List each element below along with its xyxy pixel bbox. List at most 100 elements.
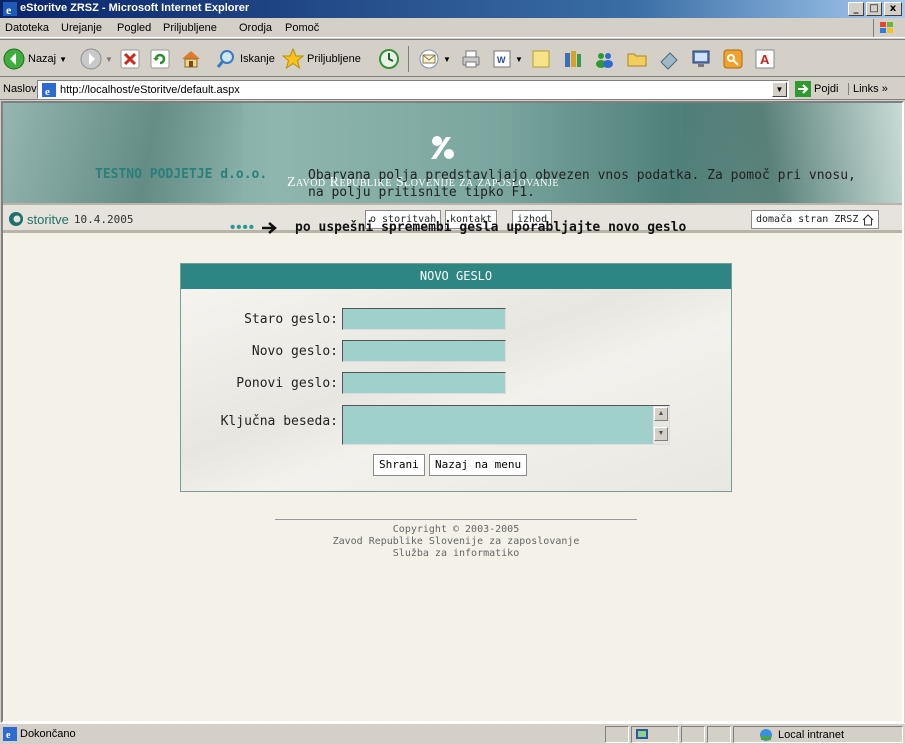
screen-button[interactable] <box>690 46 712 72</box>
monitor-icon <box>692 50 710 67</box>
security-icon <box>636 729 648 739</box>
keyword-textarea[interactable]: ▲ ▼ <box>342 405 670 445</box>
homepage-zrsz-link[interactable]: domača stran ZRSZ <box>751 210 880 229</box>
password-button[interactable] <box>722 46 744 72</box>
status-bar: e Dokončano Local intranet <box>0 723 905 744</box>
tip-text: po uspešni spremembi gesla uporabljajte … <box>295 220 687 235</box>
printer-icon <box>462 50 480 68</box>
menu-bar: Datoteka Urejanje Pogled Priljubljene Or… <box>0 18 905 38</box>
minimize-button[interactable]: _ <box>848 2 864 16</box>
save-button[interactable]: Shrani <box>373 454 425 476</box>
mail-button[interactable]: ▼ <box>418 46 451 72</box>
footer-org: Zavod Republike Slovenije za zaposlovanj… <box>332 536 580 547</box>
new-password-label: Novo geslo: <box>251 344 338 359</box>
menu-urejanje[interactable]: Urejanje <box>61 22 102 34</box>
refresh-button[interactable] <box>150 46 170 72</box>
acrobat-button[interactable]: A <box>754 46 776 72</box>
banner-photo-left <box>3 103 243 203</box>
back-to-menu-button[interactable]: Nazaj na menu <box>429 454 528 476</box>
footer: Copyright © 2003-2005 Zavod Republike Sl… <box>275 519 637 560</box>
security-zone: Local intranet <box>758 728 844 742</box>
folder-yellow-button[interactable] <box>530 46 552 72</box>
menu-pomoc[interactable]: Pomoč <box>285 22 319 34</box>
svg-text:e: e <box>6 3 12 16</box>
research-button[interactable] <box>562 46 584 72</box>
keyword-row: Ključna beseda: ▲ ▼ <box>181 405 731 447</box>
footer-department: Služba za informatiko <box>392 548 520 559</box>
keyword-label: Ključna beseda: <box>220 414 338 429</box>
status-text: Dokončano <box>20 728 76 740</box>
go-button[interactable]: Pojdi <box>795 81 838 97</box>
key-icon <box>723 49 743 69</box>
print-button[interactable] <box>460 46 482 72</box>
brand[interactable]: storitve 10.4.2005 <box>8 211 134 227</box>
address-label: Naslov <box>3 83 37 95</box>
books-icon <box>565 51 581 67</box>
address-url: http://localhost/eStoritve/default.aspx <box>60 84 240 96</box>
page-content: Zavod Republike Slovenije za zaposlovanj… <box>1 101 904 723</box>
repeat-password-input[interactable] <box>342 372 506 394</box>
title-bar: e eStoritve ZRSZ - Microsoft Internet Ex… <box>0 0 905 18</box>
folder-icon <box>627 53 647 67</box>
page-icon: e <box>42 83 56 98</box>
favorites-label: Priljubljene <box>307 53 361 65</box>
new-password-form: NOVO GESLO Staro geslo: Novo geslo: Pono… <box>180 263 732 492</box>
menu-orodja[interactable]: Orodja <box>239 22 272 34</box>
new-password-input[interactable] <box>342 340 506 362</box>
messenger-button[interactable] <box>594 46 616 72</box>
go-arrow-icon <box>795 81 811 97</box>
address-dropdown-icon[interactable]: ▼ <box>772 82 787 97</box>
scroll-up-icon[interactable]: ▲ <box>654 407 668 421</box>
status-pane <box>707 726 731 743</box>
folder-button[interactable] <box>626 46 648 72</box>
close-button[interactable]: x <box>884 2 902 16</box>
old-password-input[interactable] <box>342 308 506 330</box>
menu-pogled[interactable]: Pogled <box>117 22 151 34</box>
svg-text:A: A <box>760 52 770 67</box>
keyword-scrollbar[interactable]: ▲ ▼ <box>653 406 669 444</box>
menu-datoteka[interactable]: Datoteka <box>5 22 49 34</box>
estoritve-logo-icon <box>9 212 23 226</box>
zone-label: Local intranet <box>778 729 845 741</box>
star-icon <box>282 48 304 70</box>
search-label: Iskanje <box>240 53 275 65</box>
svg-text:W: W <box>497 55 506 65</box>
forward-arrow-icon <box>80 48 102 70</box>
current-date: 10.4.2005 <box>73 212 134 226</box>
svg-text:e: e <box>45 86 50 98</box>
search-button[interactable]: Iskanje <box>215 46 275 72</box>
messenger-icon <box>596 53 613 68</box>
stop-button[interactable] <box>120 46 140 72</box>
history-icon <box>379 49 399 69</box>
ie-icon: e <box>3 2 17 16</box>
home-button[interactable] <box>180 46 202 72</box>
homepage-link-label: domača stran ZRSZ <box>756 214 859 225</box>
arrow-right-icon <box>262 221 277 234</box>
dropdown-arrow-icon: ▼ <box>515 54 523 64</box>
home-icon <box>182 51 200 68</box>
forward-button[interactable]: ▼ <box>80 46 113 72</box>
maximize-button[interactable]: □ <box>866 2 882 16</box>
address-input[interactable]: e http://localhost/eStoritve/default.asp… <box>37 80 789 99</box>
stop-icon <box>120 49 140 69</box>
tools-button[interactable] <box>658 46 680 72</box>
toolbar: Nazaj ▼ ▼ Iskanje Priljubljene ▼ W ▼ A <box>0 39 905 77</box>
eraser-icon <box>660 52 678 70</box>
menu-priljubljene[interactable]: Priljubljene <box>163 22 217 34</box>
back-button[interactable]: Nazaj ▼ <box>3 46 67 72</box>
history-button[interactable] <box>378 46 400 72</box>
back-arrow-icon <box>3 48 25 70</box>
go-label: Pojdi <box>814 83 839 95</box>
word-icon: W <box>493 50 511 68</box>
links-button[interactable]: Links » <box>848 83 888 95</box>
refresh-icon <box>150 49 170 69</box>
tip-dots: •••• <box>230 219 256 236</box>
dropdown-arrow-icon: ▼ <box>59 54 68 64</box>
status-pane-security <box>631 726 679 743</box>
window-title: eStoritve ZRSZ - Microsoft Internet Expl… <box>20 2 250 14</box>
edit-button[interactable]: W ▼ <box>492 46 523 72</box>
new-password-row: Novo geslo: <box>181 340 731 364</box>
scroll-down-icon[interactable]: ▼ <box>654 427 668 441</box>
zrsz-logo-icon <box>431 136 454 159</box>
favorites-button[interactable]: Priljubljene <box>282 46 361 72</box>
